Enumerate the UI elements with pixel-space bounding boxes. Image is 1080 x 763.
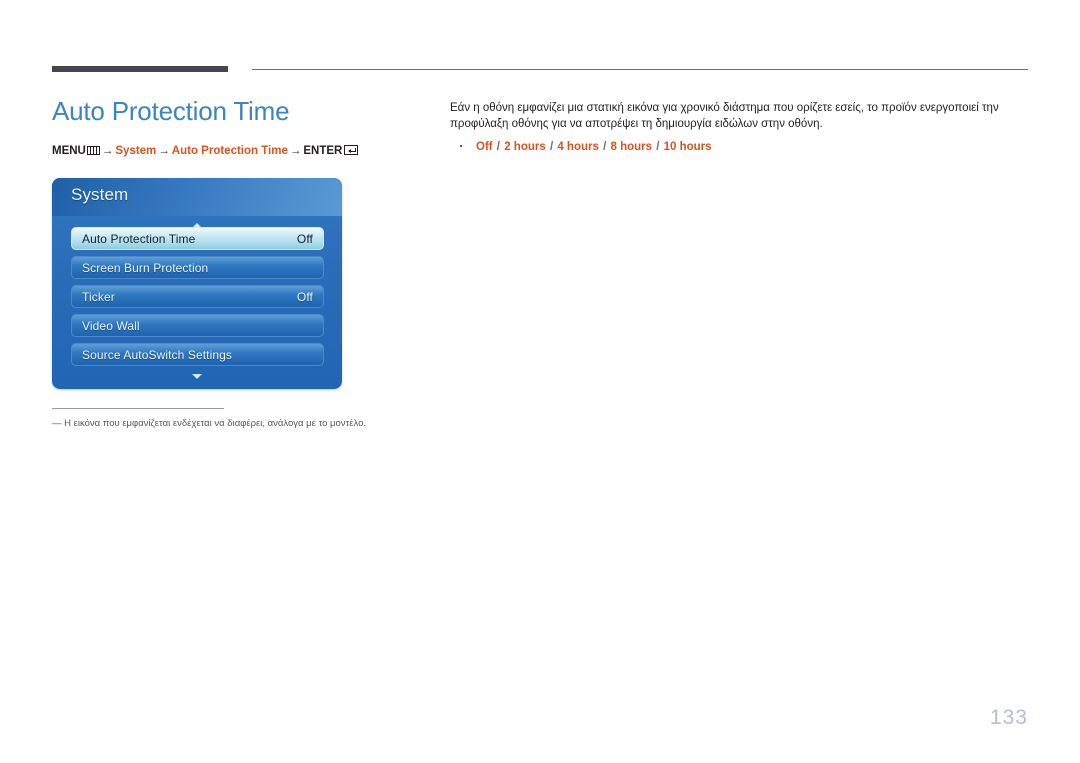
osd-row-label: Video Wall xyxy=(82,319,140,333)
menu-path-step-auto-protection-time[interactable]: Auto Protection Time xyxy=(172,145,288,157)
osd-panel-header: System xyxy=(52,178,342,216)
menu-path-arrow-1: → xyxy=(101,145,114,157)
menu-grid-icon xyxy=(86,146,100,155)
osd-row-screen-burn-protection[interactable]: Screen Burn Protection xyxy=(71,256,324,279)
option-value: Off xyxy=(476,141,493,153)
menu-path-step-system[interactable]: System xyxy=(115,145,156,157)
page-number: 133 xyxy=(989,706,1028,729)
menu-path-arrow-2: → xyxy=(158,145,170,157)
bullet-dot-icon xyxy=(460,145,462,147)
page-title: Auto Protection Time xyxy=(52,96,290,126)
osd-panel-title: System xyxy=(71,185,129,204)
option-separator: / xyxy=(493,141,504,153)
menu-path-enter: ENTER xyxy=(303,145,343,157)
osd-system-menu-panel[interactable]: System Auto Protection Time Off Screen B… xyxy=(52,178,342,389)
left-column: Auto Protection Time MENU → System → Auto Pr… xyxy=(52,96,422,158)
options-list: Off / 2 hours / 4 hours / 8 hours / 10 h… xyxy=(450,139,1010,155)
option-value: 8 hours xyxy=(610,141,653,153)
osd-row-value: Off xyxy=(296,232,313,246)
option-value: 2 hours xyxy=(504,141,546,153)
osd-row-ticker[interactable]: Ticker Off xyxy=(71,285,324,308)
enter-return-icon xyxy=(344,145,359,155)
description-paragraph: Εάν η οθόνη εμφανίζει μια στατική εικόνα… xyxy=(450,102,999,130)
menu-path-breadcrumb: MENU → System → Auto Protection Time → ENTER xyxy=(52,144,422,158)
footnote-divider xyxy=(52,408,224,409)
osd-row-label: Ticker xyxy=(82,290,115,304)
header-rules xyxy=(0,0,1080,80)
osd-row-auto-protection-time[interactable]: Auto Protection Time Off xyxy=(71,227,324,250)
footnote-text: ― Η εικόνα που εμφανίζεται ενδέχεται να … xyxy=(52,418,367,429)
osd-row-value: Off xyxy=(296,290,313,304)
header-divider-line xyxy=(252,69,1028,70)
osd-menu-list: Auto Protection Time Off Screen Burn Pro… xyxy=(71,227,324,372)
osd-row-label: Source AutoSwitch Settings xyxy=(82,348,233,362)
menu-path-arrow-3: → xyxy=(289,145,302,157)
list-item-options: Off / 2 hours / 4 hours / 8 hours / 10 h… xyxy=(450,139,1010,155)
osd-row-label: Screen Burn Protection xyxy=(82,261,209,275)
right-column: Εάν η οθόνη εμφανίζει μια στατική εικόνα… xyxy=(450,100,1010,171)
option-value: 4 hours xyxy=(557,141,599,153)
option-separator: / xyxy=(599,141,610,153)
triangle-down-icon[interactable] xyxy=(52,370,342,380)
option-separator: / xyxy=(653,141,663,153)
option-separator: / xyxy=(546,141,557,153)
menu-path-root: MENU xyxy=(52,145,86,157)
footnote-block: ― Η εικόνα που εμφανίζεται ενδέχεται να … xyxy=(52,408,452,430)
osd-row-video-wall[interactable]: Video Wall xyxy=(71,314,324,337)
header-accent-bar xyxy=(52,66,228,72)
osd-row-source-autoswitch-settings[interactable]: Source AutoSwitch Settings xyxy=(71,343,324,366)
osd-row-label: Auto Protection Time xyxy=(82,232,196,246)
options-values: Off / 2 hours / 4 hours / 8 hours / 10 h… xyxy=(476,141,712,153)
option-value: 10 hours xyxy=(663,141,712,153)
